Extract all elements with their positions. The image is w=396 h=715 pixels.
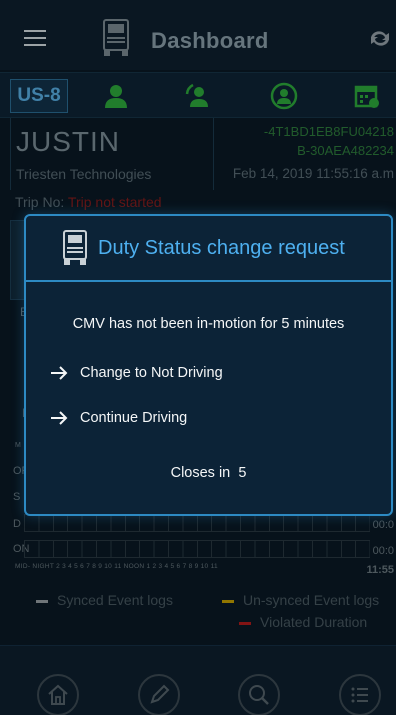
continue-driving-option[interactable]: Continue Driving [50, 410, 187, 426]
option-label: Change to Not Driving [80, 365, 223, 381]
arrow-right-icon [51, 366, 68, 380]
truck-icon [63, 230, 87, 265]
countdown-label: Closes in [170, 465, 231, 481]
dialog-header: Duty Status change request [26, 216, 391, 282]
duty-status-dialog: Duty Status change request CMV has not b… [24, 214, 393, 516]
dialog-message: CMV has not been in-motion for 5 minutes [72, 316, 345, 332]
arrow-right-icon [51, 411, 68, 425]
dialog-title: Duty Status change request [98, 237, 345, 259]
option-label: Continue Driving [80, 410, 188, 426]
change-to-not-driving-option[interactable]: Change to Not Driving [50, 365, 223, 381]
countdown-value: 5 [238, 465, 247, 481]
countdown-text: Closes in 5 [26, 465, 391, 481]
